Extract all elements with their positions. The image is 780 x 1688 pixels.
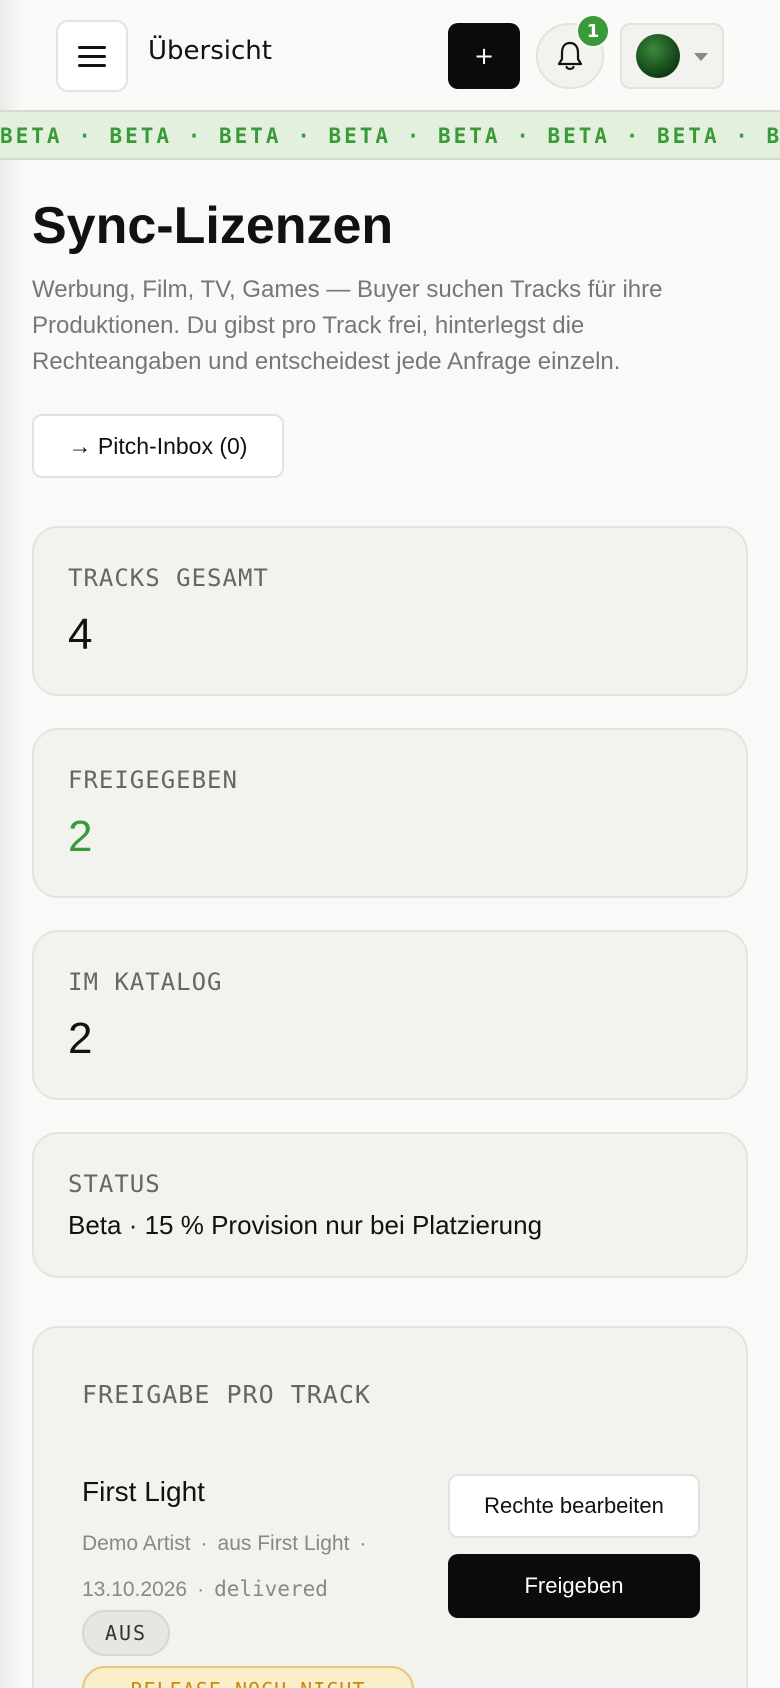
notification-count-badge: 1 (576, 14, 610, 48)
edit-rights-button[interactable]: Rechte bearbeiten (448, 1474, 700, 1538)
track-date: 13.10.2026 (82, 1578, 188, 1601)
release-button[interactable]: Freigeben (448, 1554, 700, 1618)
page-edge-shadow (0, 0, 22, 1688)
avatar (636, 34, 680, 78)
stat-value: 2 (68, 812, 93, 861)
beta-banner: BETA · BETA · BETA · BETA · BETA · BETA … (0, 110, 780, 160)
stat-value: 2 (68, 1014, 93, 1063)
beta-banner-text: BETA · BETA · BETA · BETA · BETA · BETA … (0, 124, 780, 148)
stat-label: IM KATALOG (68, 968, 223, 996)
intro-text: Werbung, Film, TV, Games — Buyer suchen … (32, 276, 663, 375)
stat-card-tracks-total: TRACKS GESAMT 4 (32, 526, 748, 696)
stat-label: FREIGEGEBEN (68, 766, 238, 794)
page-heading: Sync-Lizenzen (32, 197, 394, 255)
chevron-down-icon (694, 53, 708, 61)
stat-card-status: STATUS Beta · 15 % Provision nur bei Pla… (32, 1132, 748, 1278)
track-meta-secondary: 13.10.2026 · delivered (82, 1577, 328, 1601)
add-button[interactable]: + (448, 23, 520, 89)
page-title: Übersicht (148, 36, 272, 66)
track-meta: Demo Artist · aus First Light · (82, 1532, 367, 1555)
hamburger-icon (78, 45, 106, 49)
top-bar: Übersicht + 1 (0, 0, 780, 110)
release-warning-badge: RELEASE NOCH NICHT (82, 1666, 414, 1688)
stat-card-in-catalog: IM KATALOG 2 (32, 930, 748, 1100)
pitch-inbox-button[interactable]: → Pitch-Inbox (0) (32, 414, 284, 478)
user-menu-button[interactable] (620, 23, 724, 89)
track-status: delivered (214, 1577, 328, 1601)
track-title: First Light (82, 1476, 205, 1507)
track-artist: Demo Artist (82, 1532, 191, 1555)
release-per-track-card: FREIGABE PRO TRACK First Light Demo Arti… (32, 1326, 748, 1688)
stat-label: STATUS (68, 1170, 161, 1198)
section-label: FREIGABE PRO TRACK (82, 1380, 371, 1409)
bell-icon (557, 41, 583, 70)
stat-card-released: FREIGEGEBEN 2 (32, 728, 748, 898)
stat-value: 4 (68, 610, 93, 659)
stat-label: TRACKS GESAMT (68, 564, 269, 592)
release-toggle-badge: AUS (82, 1610, 170, 1656)
track-album: aus First Light (217, 1532, 350, 1555)
menu-button[interactable] (56, 20, 128, 92)
status-value: Beta · 15 % Provision nur bei Platzierun… (68, 1210, 543, 1240)
